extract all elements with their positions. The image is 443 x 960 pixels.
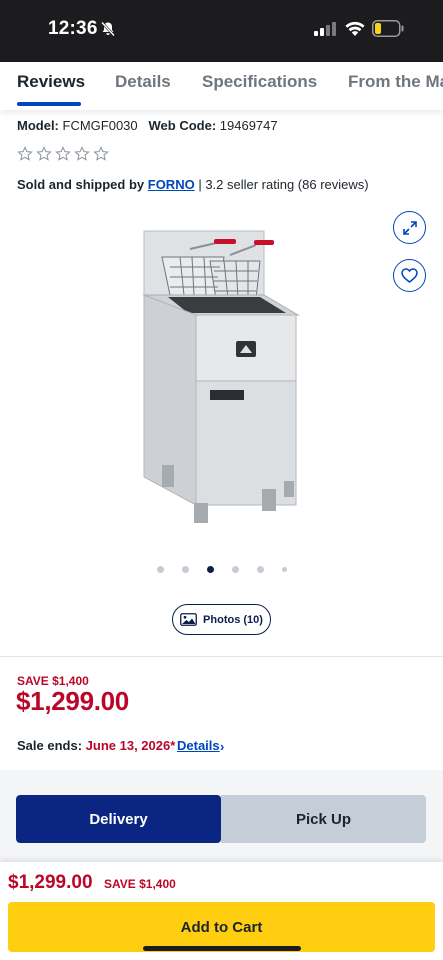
- expand-arrows-icon: [402, 220, 417, 235]
- bell-muted-icon: [101, 21, 115, 37]
- star-empty-icon: [17, 146, 33, 161]
- star-empty-icon: [36, 146, 52, 161]
- home-indicator[interactable]: [143, 946, 301, 951]
- sale-details-link[interactable]: Details: [177, 738, 220, 753]
- heart-icon: [401, 268, 418, 283]
- divider: [0, 656, 443, 657]
- sale-ends-info: Sale ends: June 13, 2026*: [17, 738, 175, 753]
- carousel-dot-active[interactable]: [206, 566, 214, 573]
- model-label: Model:: [17, 118, 59, 133]
- tab-details[interactable]: Details: [115, 72, 171, 92]
- photos-button[interactable]: Photos (10): [172, 604, 271, 635]
- carousel-dot[interactable]: [231, 566, 239, 573]
- sale-ends-date: June 13, 2026*: [85, 738, 176, 753]
- tab-specifications[interactable]: Specifications: [202, 72, 317, 92]
- active-tab-indicator: [17, 102, 81, 106]
- cellular-signal-icon: [314, 22, 336, 36]
- add-to-cart-button[interactable]: Add to Cart: [8, 902, 435, 952]
- seller-rating: | 3.2 seller rating (86 reviews): [198, 177, 369, 192]
- battery-icon: [372, 20, 404, 37]
- rating-stars[interactable]: [17, 146, 109, 162]
- image-gallery-icon: [180, 613, 197, 626]
- sale-ends-label: Sale ends:: [17, 738, 83, 753]
- model-value: FCMGF0030: [62, 118, 138, 133]
- tab-reviews[interactable]: Reviews: [17, 72, 85, 92]
- carousel-dot[interactable]: [256, 566, 264, 573]
- webcode-value: 19469747: [219, 118, 278, 133]
- status-time: 12:36: [48, 18, 98, 39]
- sold-by-label: Sold and shipped by: [17, 177, 145, 192]
- photos-button-label: Photos (10): [203, 613, 263, 626]
- expand-image-button[interactable]: [393, 211, 426, 244]
- webcode-label: Web Code:: [148, 118, 217, 133]
- carousel-dot[interactable]: [281, 567, 287, 572]
- delivery-option[interactable]: Delivery: [16, 795, 221, 843]
- save-to-favorites-button[interactable]: [393, 259, 426, 292]
- carousel-dot[interactable]: [181, 566, 189, 573]
- image-carousel-dots: [0, 566, 443, 573]
- star-empty-icon: [55, 146, 71, 161]
- carousel-dot[interactable]: [156, 566, 164, 573]
- pickup-option[interactable]: Pick Up: [221, 795, 426, 843]
- deep-fryer-image[interactable]: [130, 215, 310, 530]
- wifi-icon: [345, 21, 365, 36]
- seller-link[interactable]: FORNO: [148, 177, 195, 192]
- chevron-right-icon: ›: [220, 739, 225, 754]
- fulfillment-toggle: Delivery Pick Up: [16, 795, 426, 843]
- star-empty-icon: [93, 146, 109, 161]
- product-price: $1,299.00: [16, 686, 129, 716]
- star-empty-icon: [74, 146, 90, 161]
- sticky-price: $1,299.00: [8, 872, 93, 893]
- tab-from-the-manufacturer[interactable]: From the Ma: [348, 72, 443, 92]
- seller-info: Sold and shipped by FORNO | 3.2 seller r…: [17, 177, 369, 192]
- model-info: Model: FCMGF0030 Web Code: 19469747: [17, 118, 278, 133]
- section-tabs: Reviews Details Specifications From the …: [0, 62, 443, 110]
- status-bar: 12:36: [0, 0, 443, 62]
- sticky-save-label: SAVE $1,400: [104, 877, 176, 891]
